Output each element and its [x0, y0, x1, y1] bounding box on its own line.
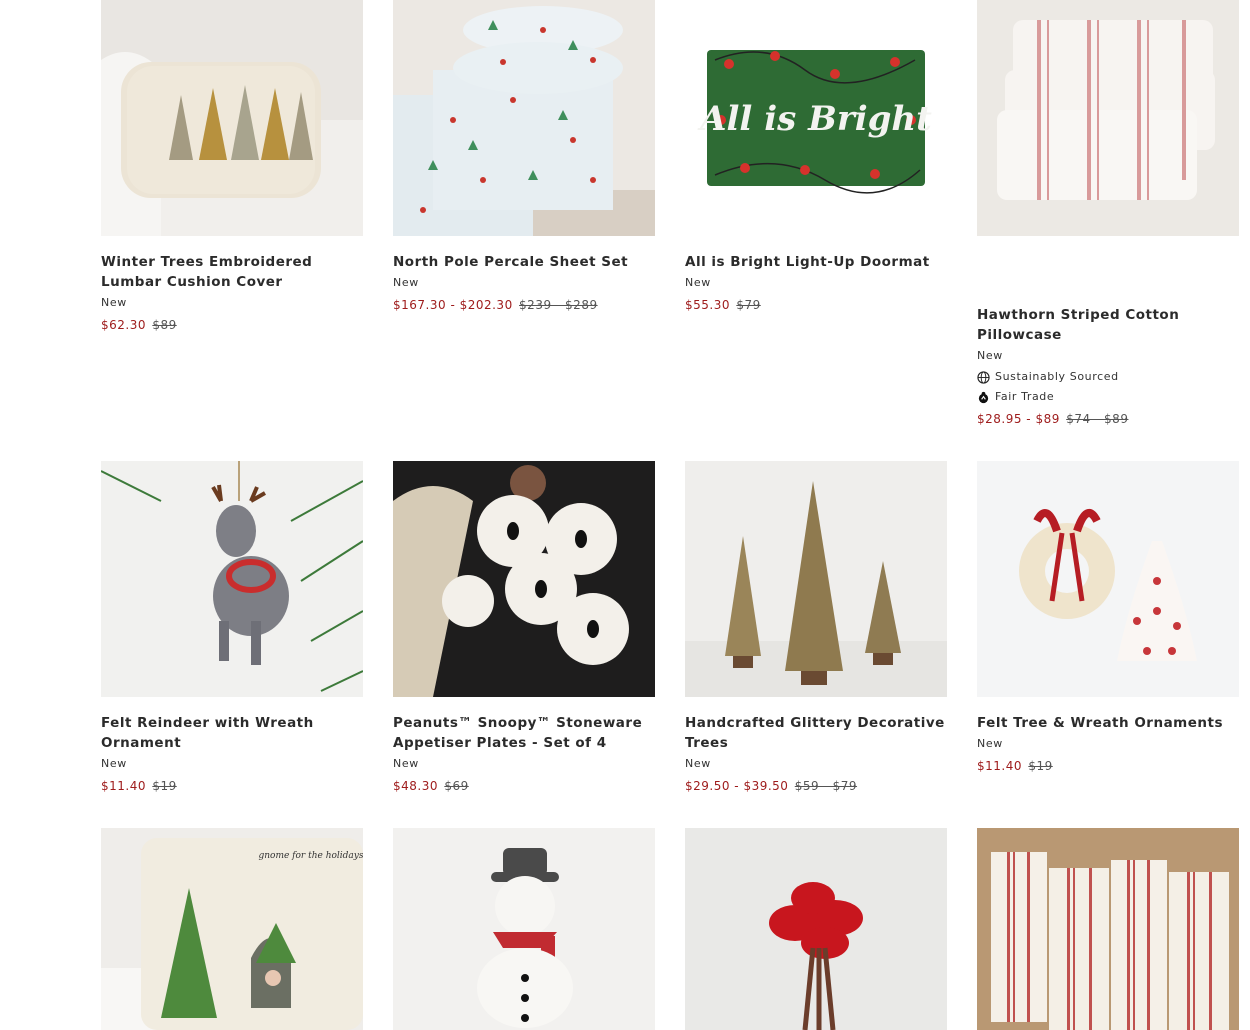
product-image-north-pole-sheets[interactable]	[393, 0, 655, 236]
sale-price: $62.30	[101, 318, 146, 332]
original-price: $74 - $89	[1066, 412, 1129, 426]
product-title[interactable]: Hawthorn Striped Cotton Pillowcase	[977, 305, 1239, 345]
product-card-snoopy-plates: Peanuts™ Snoopy™ Stoneware Appetiser Pla…	[393, 461, 655, 795]
product-card-doormat: All is Bright All is Bright Light-Up Doo…	[685, 0, 947, 314]
product-image-snoopy-plates[interactable]	[393, 461, 655, 697]
sale-price: $28.95 - $89	[977, 412, 1060, 426]
price: $29.50 - $39.50 $59 - $79	[685, 777, 947, 795]
product-title[interactable]: All is Bright Light-Up Doormat	[685, 252, 947, 272]
original-price: $239 - $289	[519, 298, 598, 312]
new-badge: New	[393, 757, 419, 770]
tag-label: Fair Trade	[995, 390, 1055, 403]
product-card-snowman	[393, 828, 655, 1030]
product-card-amaryllis	[685, 828, 947, 1030]
product-title[interactable]: Peanuts™ Snoopy™ Stoneware Appetiser Pla…	[393, 713, 655, 753]
fair-trade-tag: Fair Trade	[977, 387, 1239, 407]
sale-price: $11.40	[977, 759, 1022, 773]
sale-price: $167.30 - $202.30	[393, 298, 513, 312]
globe-icon	[977, 370, 990, 384]
product-card-north-pole-sheets: North Pole Percale Sheet Set New $167.30…	[393, 0, 655, 314]
product-title[interactable]: Handcrafted Glittery Decorative Trees	[685, 713, 947, 753]
product-title[interactable]: North Pole Percale Sheet Set	[393, 252, 655, 272]
product-card-felt-tree-wreath: Felt Tree & Wreath Ornaments New $11.40 …	[977, 461, 1239, 775]
original-price: $59 - $79	[794, 779, 858, 793]
product-image-doormat[interactable]: All is Bright	[685, 0, 947, 236]
new-badge: New	[685, 276, 711, 289]
original-price: $19	[1028, 759, 1053, 773]
product-image-gnome-pillow[interactable]: gnome for the holidays	[101, 828, 363, 1030]
product-card-gnome-pillow: gnome for the holidays	[101, 828, 363, 1030]
product-card-glittery-trees: Handcrafted Glittery Decorative Trees Ne…	[685, 461, 947, 795]
product-image-snowman[interactable]	[393, 828, 655, 1030]
fair-trade-icon	[978, 391, 989, 403]
product-image-amaryllis[interactable]	[685, 828, 947, 1030]
product-title[interactable]: Felt Reindeer with Wreath Ornament	[101, 713, 363, 753]
product-card-felt-reindeer: Felt Reindeer with Wreath Ornament New $…	[101, 461, 363, 795]
sustainably-sourced-tag: Sustainably Sourced	[977, 367, 1239, 387]
product-image-striped-napkins[interactable]	[977, 828, 1239, 1030]
original-price: $69	[444, 779, 469, 793]
product-image-felt-tree-wreath[interactable]	[977, 461, 1239, 697]
new-badge: New	[977, 737, 1003, 750]
new-badge: New	[101, 296, 127, 309]
price: $11.40 $19	[977, 757, 1239, 775]
price: $11.40 $19	[101, 777, 363, 795]
product-image-winter-trees[interactable]	[101, 0, 363, 236]
sale-price: $11.40	[101, 779, 146, 793]
price: $55.30 $79	[685, 296, 947, 314]
new-badge: New	[977, 349, 1003, 362]
doormat-lettering: All is Bright	[697, 99, 932, 139]
product-title[interactable]: Winter Trees Embroidered Lumbar Cushion …	[101, 252, 363, 292]
sale-price: $29.50 - $39.50	[685, 779, 789, 793]
pillow-lettering: gnome for the holidays	[258, 851, 363, 861]
product-image-hawthorn-pillowcase[interactable]	[977, 0, 1239, 236]
new-badge: New	[685, 757, 711, 770]
sale-price: $55.30	[685, 298, 730, 312]
price: $28.95 - $89 $74 - $89	[977, 410, 1239, 428]
product-title[interactable]: Felt Tree & Wreath Ornaments	[977, 713, 1239, 733]
tag-label: Sustainably Sourced	[995, 370, 1119, 383]
product-image-glittery-trees[interactable]	[685, 461, 947, 697]
price: $167.30 - $202.30 $239 - $289	[393, 296, 655, 314]
original-price: $19	[152, 779, 177, 793]
new-badge: New	[393, 276, 419, 289]
original-price: $89	[152, 318, 177, 332]
sale-price: $48.30	[393, 779, 438, 793]
product-card-winter-trees: Winter Trees Embroidered Lumbar Cushion …	[101, 0, 363, 334]
original-price: $79	[736, 298, 761, 312]
price: $62.30 $89	[101, 316, 363, 334]
new-badge: New	[101, 757, 127, 770]
product-image-felt-reindeer[interactable]	[101, 461, 363, 697]
product-card-striped-napkins	[977, 828, 1239, 1030]
product-card-hawthorn-pillowcase: Hawthorn Striped Cotton Pillowcase New S…	[977, 0, 1239, 428]
price: $48.30 $69	[393, 777, 655, 795]
